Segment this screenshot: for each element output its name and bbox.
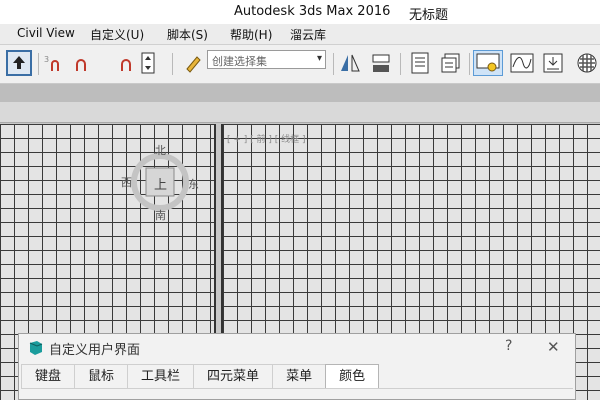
align-button[interactable]	[368, 50, 394, 76]
close-button[interactable]: ✕	[547, 338, 560, 356]
toggle-ribbon-button[interactable]	[473, 50, 503, 76]
pencil-icon	[186, 56, 201, 73]
named-selection-set-value: 创建选择集	[212, 55, 267, 68]
schematic-view-button[interactable]	[540, 50, 566, 76]
viewcube[interactable]: 上 北 南 东 西	[121, 144, 199, 222]
tab-quad-menus[interactable]: 四元菜单	[193, 364, 274, 388]
layer-explorer-button[interactable]	[438, 50, 464, 76]
menu-bar: Civil View 自定义(U) 脚本(S) 帮助(H) 溜云库	[0, 24, 600, 45]
named-selection-set-dropdown[interactable]: 创建选择集 ▾	[207, 50, 326, 69]
dialog-title: 自定义用户界面	[49, 343, 141, 358]
layers-icon	[441, 53, 460, 73]
edit-named-selection-button[interactable]	[182, 50, 204, 76]
snap-toggle-button[interactable]: 3	[44, 50, 68, 76]
title-bar: Autodesk 3ds Max 2016 无标题	[0, 0, 600, 24]
material-sphere-icon	[577, 53, 597, 73]
compass-north[interactable]: 北	[155, 142, 166, 158]
viewport-label[interactable]: [ + ] [ 前 ] [ 线框 ]	[227, 132, 306, 145]
tab-menus[interactable]: 菜单	[272, 364, 327, 388]
chevron-down-icon: ▾	[316, 53, 322, 64]
spinner-icon	[141, 52, 155, 74]
svg-text:3: 3	[44, 55, 49, 64]
compass-west[interactable]: 西	[121, 174, 132, 190]
download-box-icon	[543, 53, 563, 73]
curve-editor-icon	[510, 53, 534, 73]
curve-editor-button[interactable]	[508, 50, 536, 76]
app-title: Autodesk 3ds Max 2016	[234, 4, 391, 19]
magnet-icon	[76, 59, 86, 71]
compass-south[interactable]: 南	[155, 207, 166, 223]
tab-colors[interactable]: 颜色	[325, 364, 380, 388]
tab-keyboard[interactable]: 键盘	[21, 364, 76, 388]
ribbon-tab-strip	[0, 84, 600, 102]
tab-toolbars[interactable]: 工具栏	[127, 364, 195, 388]
tab-mouse[interactable]: 鼠标	[74, 364, 129, 388]
menu-civil-view[interactable]: Civil View	[17, 26, 75, 40]
percent-snap-button[interactable]	[117, 50, 137, 76]
menu-liuyunku[interactable]: 溜云库	[290, 26, 326, 43]
document-title: 无标题	[409, 8, 449, 23]
magnet-icon: 3	[44, 55, 59, 71]
mirror-icon	[341, 54, 360, 72]
mirror-button[interactable]	[337, 50, 363, 76]
menu-scripting[interactable]: 脚本(S)	[167, 26, 208, 43]
compass-east[interactable]: 东	[188, 176, 199, 192]
spinner-snap-button[interactable]	[140, 50, 156, 76]
3dsmax-logo-icon	[29, 341, 43, 355]
viewcube-face-top[interactable]: 上	[154, 174, 167, 193]
ribbon-panel	[0, 102, 600, 123]
angle-snap-button[interactable]	[72, 50, 92, 76]
select-and-link-button[interactable]	[5, 50, 33, 76]
scene-explorer-button[interactable]	[408, 50, 432, 76]
align-icon	[372, 54, 390, 72]
ribbon-lightbulb-icon	[476, 53, 500, 72]
menu-help[interactable]: 帮助(H)	[230, 26, 272, 43]
main-toolbar: 3 创建选择集 ▾	[0, 45, 600, 84]
magnet-icon	[121, 59, 131, 71]
material-editor-button[interactable]	[574, 50, 600, 76]
menu-customize[interactable]: 自定义(U)	[90, 26, 144, 43]
list-icon	[411, 52, 429, 74]
upload-arrow-icon	[6, 50, 32, 76]
dialog-tabs: 键盘 鼠标 工具栏 四元菜单 菜单 颜色	[21, 364, 380, 388]
help-button[interactable]: ?	[505, 338, 512, 354]
customize-ui-dialog: 自定义用户界面 ? ✕ 键盘 鼠标 工具栏 四元菜单 菜单 颜色	[18, 333, 576, 400]
